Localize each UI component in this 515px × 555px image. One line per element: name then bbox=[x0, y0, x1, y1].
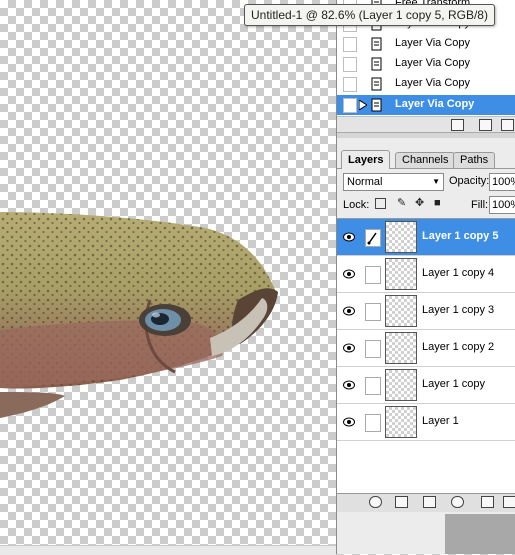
layer-style-icon[interactable] bbox=[395, 496, 408, 508]
layer-row[interactable]: Layer 1 bbox=[337, 404, 515, 441]
layer-name: Layer 1 bbox=[422, 415, 459, 427]
document-title-tooltip: Untitled-1 @ 82.6% (Layer 1 copy 5, RGB/… bbox=[244, 4, 495, 26]
layer-row[interactable]: Layer 1 copy 3 bbox=[337, 293, 515, 330]
layer-thumbnail bbox=[385, 369, 417, 401]
history-item[interactable]: Layer Via Copy bbox=[337, 34, 515, 54]
history-snapshot-checkbox[interactable] bbox=[343, 37, 357, 52]
adjustment-layer-icon[interactable] bbox=[451, 496, 464, 508]
blend-mode-select[interactable]: Normal ▼ bbox=[343, 173, 444, 191]
eye-visibility-icon[interactable] bbox=[343, 232, 355, 242]
lock-image-brush-icon[interactable]: ✎ bbox=[397, 198, 408, 209]
new-group-folder-icon[interactable] bbox=[423, 496, 436, 508]
history-item-label: Layer Via Copy bbox=[395, 57, 471, 69]
history-item-label: Layer Via Copy bbox=[395, 37, 471, 49]
layer-link-box[interactable] bbox=[365, 414, 381, 432]
layer-thumbnail bbox=[385, 406, 417, 438]
panel-dock-area bbox=[445, 514, 515, 554]
brush-link-icon[interactable] bbox=[365, 229, 381, 247]
fill-label: Fill: bbox=[471, 199, 489, 211]
layer-row[interactable]: Layer 1 copy 2 bbox=[337, 330, 515, 367]
opacity-field[interactable]: 100% bbox=[489, 173, 515, 191]
history-item[interactable]: Layer Via Copy bbox=[337, 74, 515, 94]
delete-state-icon[interactable] bbox=[501, 119, 514, 131]
layer-thumbnail bbox=[385, 258, 417, 290]
layer-thumbnail bbox=[385, 332, 417, 364]
layer-name: Layer 1 copy 3 bbox=[422, 304, 495, 316]
layer-row[interactable]: Layer 1 copy 4 bbox=[337, 256, 515, 293]
layer-row[interactable]: Layer 1 copy bbox=[337, 367, 515, 404]
layers-toolbar bbox=[337, 493, 515, 512]
eye-visibility-icon[interactable] bbox=[343, 417, 355, 427]
new-snapshot-icon[interactable] bbox=[479, 119, 492, 131]
lock-label: Lock: bbox=[343, 199, 370, 211]
layers-panel: Layers Channels Paths Normal ▼ Opacity: … bbox=[337, 138, 515, 554]
layer-name: Layer 1 copy 4 bbox=[422, 267, 495, 279]
layer-name: Layer 1 copy 5 bbox=[422, 230, 499, 242]
eye-visibility-icon[interactable] bbox=[343, 343, 355, 353]
history-step-icon bbox=[371, 37, 382, 51]
history-snapshot-checkbox[interactable] bbox=[343, 98, 357, 113]
layer-link-box[interactable] bbox=[365, 303, 381, 321]
history-state-slider-icon[interactable] bbox=[359, 100, 367, 110]
history-snapshot-checkbox[interactable] bbox=[343, 77, 357, 92]
layer-link-box[interactable] bbox=[365, 377, 381, 395]
blend-mode-value: Normal bbox=[347, 176, 383, 188]
link-layers-icon[interactable] bbox=[369, 496, 382, 508]
new-document-from-state-icon[interactable] bbox=[451, 119, 464, 131]
layer-thumbnail bbox=[385, 221, 417, 253]
opacity-label: Opacity: bbox=[449, 175, 490, 187]
new-layer-icon[interactable] bbox=[481, 496, 494, 508]
lock-position-move-icon[interactable]: ✥ bbox=[415, 198, 426, 209]
history-step-icon bbox=[371, 77, 382, 91]
eye-visibility-icon[interactable] bbox=[343, 269, 355, 279]
layer-name: Layer 1 copy bbox=[422, 378, 485, 390]
right-panels: Free Transform Layer Via Copy Layer Via … bbox=[336, 0, 515, 554]
trash-icon[interactable] bbox=[503, 496, 515, 508]
history-item-label: Layer Via Copy bbox=[395, 98, 475, 110]
fish-image bbox=[0, 212, 278, 418]
layer-name: Layer 1 copy 2 bbox=[422, 341, 495, 353]
layers-list: Layer 1 copy 5 Layer 1 copy 4 Layer 1 co… bbox=[337, 218, 515, 494]
layer-link-box[interactable] bbox=[365, 266, 381, 284]
history-item-selected[interactable]: Layer Via Copy bbox=[337, 95, 515, 115]
panel-footer bbox=[337, 514, 445, 554]
history-item-label: Layer Via Copy bbox=[395, 77, 471, 89]
layer-row-selected[interactable]: Layer 1 copy 5 bbox=[337, 219, 515, 256]
tab-channels[interactable]: Channels bbox=[395, 152, 456, 168]
chevron-down-icon: ▼ bbox=[432, 177, 440, 186]
history-toolbar bbox=[337, 116, 515, 133]
document-canvas[interactable]: Untitled-1 @ 82.6% (Layer 1 copy 5, RGB/… bbox=[0, 0, 495, 545]
layer-thumbnail bbox=[385, 295, 417, 327]
tab-layers[interactable]: Layers bbox=[341, 150, 391, 169]
eye-visibility-icon[interactable] bbox=[343, 306, 355, 316]
layer-link-box[interactable] bbox=[365, 340, 381, 358]
lock-all-icon[interactable]: ■ bbox=[434, 198, 445, 209]
history-step-icon bbox=[371, 57, 382, 71]
history-snapshot-checkbox[interactable] bbox=[343, 57, 357, 72]
eye-visibility-icon[interactable] bbox=[343, 380, 355, 390]
tab-paths[interactable]: Paths bbox=[453, 152, 496, 168]
panel-tabs: Layers Channels Paths bbox=[337, 138, 515, 169]
history-item[interactable]: Layer Via Copy bbox=[337, 54, 515, 74]
fill-field[interactable]: 100% bbox=[489, 196, 515, 214]
history-step-icon bbox=[371, 98, 382, 112]
lock-transparency-icon[interactable] bbox=[375, 198, 386, 209]
